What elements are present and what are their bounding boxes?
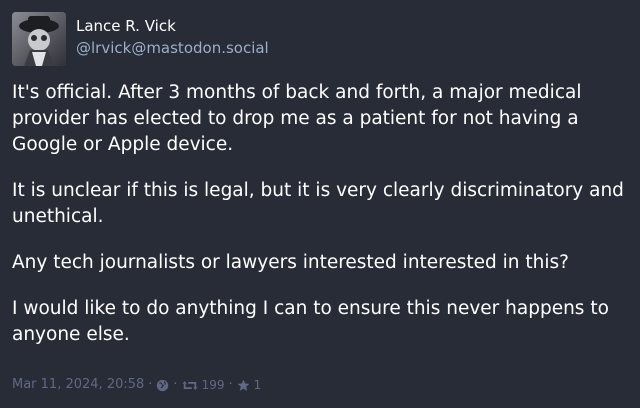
status-paragraph: I would like to do anything I can to ens… xyxy=(12,298,609,345)
account-handle[interactable]: @lrvick@mastodon.social xyxy=(76,37,269,59)
status-paragraph: Any tech journalists or lawyers interest… xyxy=(12,252,569,273)
avatar[interactable] xyxy=(12,12,66,66)
status-paragraph: It's official. After 3 months of back an… xyxy=(12,82,582,155)
boost-count: 199 xyxy=(201,378,225,392)
status-paragraph: It is unclear if this is legal, but it i… xyxy=(12,180,624,227)
status-card: Lance R. Vick @lrvick@mastodon.social It… xyxy=(0,0,640,408)
star-icon[interactable] xyxy=(237,379,250,392)
separator: · xyxy=(148,377,153,392)
favourite-count: 1 xyxy=(253,378,262,392)
globe-icon xyxy=(156,379,169,392)
status-content: It's official. After 3 months of back an… xyxy=(12,80,624,368)
status-meta: Mar 11, 2024, 20:58 · · 199 · 1 xyxy=(12,376,261,394)
separator: · xyxy=(173,377,178,392)
author-names[interactable]: Lance R. Vick @lrvick@mastodon.social xyxy=(76,16,269,59)
timestamp-link[interactable]: Mar 11, 2024, 20:58 xyxy=(12,376,144,394)
retweet-icon[interactable] xyxy=(182,379,198,392)
separator: · xyxy=(228,377,233,392)
display-name[interactable]: Lance R. Vick xyxy=(76,16,269,36)
